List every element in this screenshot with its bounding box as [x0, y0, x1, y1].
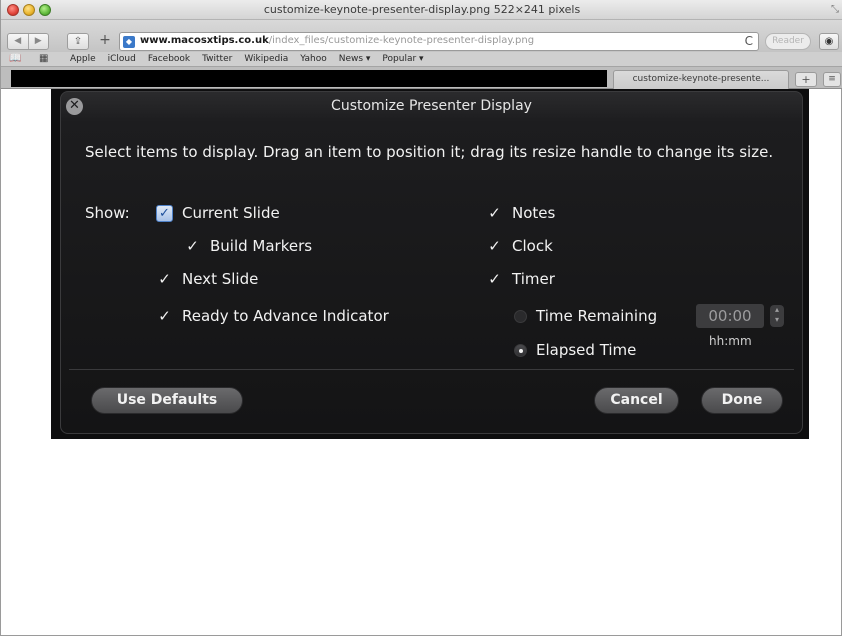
window-title: customize-keynote-presenter-display.png …: [263, 3, 581, 16]
reader-button[interactable]: Reader: [765, 33, 811, 50]
stepper-down-icon[interactable]: ▾: [770, 315, 784, 325]
divider: [69, 369, 794, 370]
checkmark-icon[interactable]: ✓: [156, 307, 173, 325]
bookmark-apple[interactable]: Apple: [70, 54, 96, 64]
new-tab-button[interactable]: +: [795, 72, 817, 87]
bookmark-news[interactable]: News ▾: [339, 54, 371, 64]
option-label: Elapsed Time: [536, 341, 637, 359]
fullscreen-icon[interactable]: ⤡: [831, 4, 839, 15]
top-sites-icon[interactable]: ▦: [39, 53, 48, 64]
checkbox-checked-icon[interactable]: ✓: [156, 204, 173, 222]
option-label: Timer: [512, 270, 555, 288]
add-bookmark-button[interactable]: +: [97, 33, 113, 50]
cancel-button[interactable]: Cancel: [594, 387, 679, 414]
bookmark-wikipedia[interactable]: Wikipedia: [244, 54, 288, 64]
option-label: Time Remaining: [536, 307, 658, 325]
bookmark-facebook[interactable]: Facebook: [148, 54, 190, 64]
bookmark-twitter[interactable]: Twitter: [202, 54, 232, 64]
radio-elapsed-time[interactable]: Elapsed Time: [514, 341, 636, 359]
bookmark-popular[interactable]: Popular ▾: [382, 54, 423, 64]
option-build-markers[interactable]: ✓ Build Markers: [184, 237, 312, 255]
presenter-display-dialog: ✕ Customize Presenter Display Select ite…: [60, 91, 803, 434]
url-text: www.macosxtips.co.uk/index_files/customi…: [140, 35, 534, 46]
stepper-up-icon[interactable]: ▴: [770, 305, 784, 315]
address-bar[interactable]: ◆ www.macosxtips.co.uk/index_files/custo…: [119, 32, 759, 51]
checkmark-icon[interactable]: ✓: [486, 270, 503, 288]
reload-icon[interactable]: C: [745, 34, 753, 48]
checkmark-icon[interactable]: ✓: [486, 204, 503, 222]
time-format-label: hh:mm: [709, 334, 752, 348]
option-label: Current Slide: [182, 204, 280, 222]
tab-list-button[interactable]: ≡: [823, 72, 841, 87]
done-button[interactable]: Done: [701, 387, 783, 414]
radio-on-icon[interactable]: [514, 343, 527, 357]
downloads-icon[interactable]: ◉: [819, 33, 839, 50]
tab-bar: customize-keynote-presente... + ≡: [1, 67, 842, 89]
bookmark-icloud[interactable]: iCloud: [108, 54, 136, 64]
dialog-instructions: Select items to display. Drag an item to…: [85, 143, 774, 161]
option-label: Notes: [512, 204, 556, 222]
option-clock[interactable]: ✓ Clock: [486, 237, 553, 255]
title-bar: customize-keynote-presenter-display.png …: [1, 0, 842, 20]
bookmark-items: Apple iCloud Facebook Twitter Wikipedia …: [70, 54, 424, 64]
url-path: /index_files/customize-keynote-presenter…: [268, 35, 535, 46]
url-domain: www.macosxtips.co.uk: [140, 35, 269, 46]
option-notes[interactable]: ✓ Notes: [486, 204, 555, 222]
show-label: Show:: [85, 204, 130, 222]
radio-time-remaining[interactable]: Time Remaining: [514, 307, 657, 325]
displayed-image: ✕ Customize Presenter Display Select ite…: [51, 89, 809, 439]
use-defaults-button[interactable]: Use Defaults: [91, 387, 243, 414]
bookmarks-bar: 📖 ▦ Apple iCloud Facebook Twitter Wikipe…: [1, 52, 842, 67]
tab-inactive-strip[interactable]: [11, 70, 607, 87]
checkmark-icon[interactable]: ✓: [184, 237, 201, 255]
site-favicon-icon: ◆: [123, 36, 135, 48]
option-label: Ready to Advance Indicator: [182, 307, 389, 325]
tab-active[interactable]: customize-keynote-presente...: [613, 70, 789, 89]
toolbar: ◀ ▶ ⇪ + ◆ www.macosxtips.co.uk/index_fil…: [1, 20, 842, 52]
radio-off-icon[interactable]: [514, 309, 527, 323]
option-ready-indicator[interactable]: ✓ Ready to Advance Indicator: [156, 307, 389, 325]
back-forward-control: ◀ ▶: [7, 33, 49, 50]
time-input[interactable]: 00:00: [696, 304, 764, 328]
option-current-slide[interactable]: ✓ Current Slide: [156, 204, 280, 222]
option-label: Clock: [512, 237, 553, 255]
dialog-title: Customize Presenter Display: [331, 98, 532, 114]
checkmark-icon[interactable]: ✓: [156, 270, 173, 288]
back-button[interactable]: ◀: [8, 34, 28, 49]
reading-list-icon[interactable]: 📖: [9, 53, 21, 64]
option-next-slide[interactable]: ✓ Next Slide: [156, 270, 258, 288]
option-label: Build Markers: [210, 237, 313, 255]
forward-button[interactable]: ▶: [27, 34, 49, 49]
option-timer[interactable]: ✓ Timer: [486, 270, 555, 288]
time-stepper[interactable]: ▴ ▾: [770, 305, 784, 327]
bookmark-yahoo[interactable]: Yahoo: [300, 54, 327, 64]
share-button[interactable]: ⇪: [67, 33, 89, 50]
browser-window: customize-keynote-presenter-display.png …: [0, 0, 842, 636]
option-label: Next Slide: [182, 270, 259, 288]
checkmark-icon[interactable]: ✓: [486, 237, 503, 255]
